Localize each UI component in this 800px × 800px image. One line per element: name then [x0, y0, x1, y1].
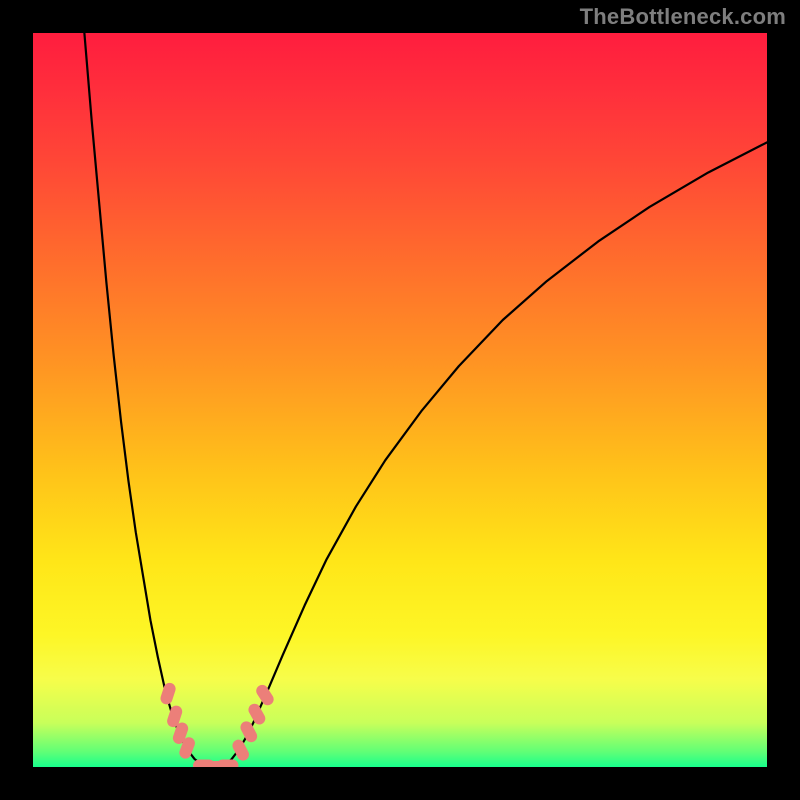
curve-marker-pill — [230, 738, 251, 763]
curve-marker — [159, 681, 177, 706]
curve-marker — [254, 683, 276, 708]
chart-frame: TheBottleneck.com — [0, 0, 800, 800]
curve-marker-pill — [217, 760, 239, 767]
curve-layer — [33, 33, 767, 767]
plot-area — [33, 33, 767, 767]
curve-marker-pill — [254, 683, 276, 708]
curve-marker-pill — [159, 681, 177, 706]
curve-marker — [230, 738, 251, 763]
curve-marker — [217, 760, 239, 767]
bottleneck-curve — [84, 33, 767, 767]
watermark-text: TheBottleneck.com — [580, 4, 786, 30]
